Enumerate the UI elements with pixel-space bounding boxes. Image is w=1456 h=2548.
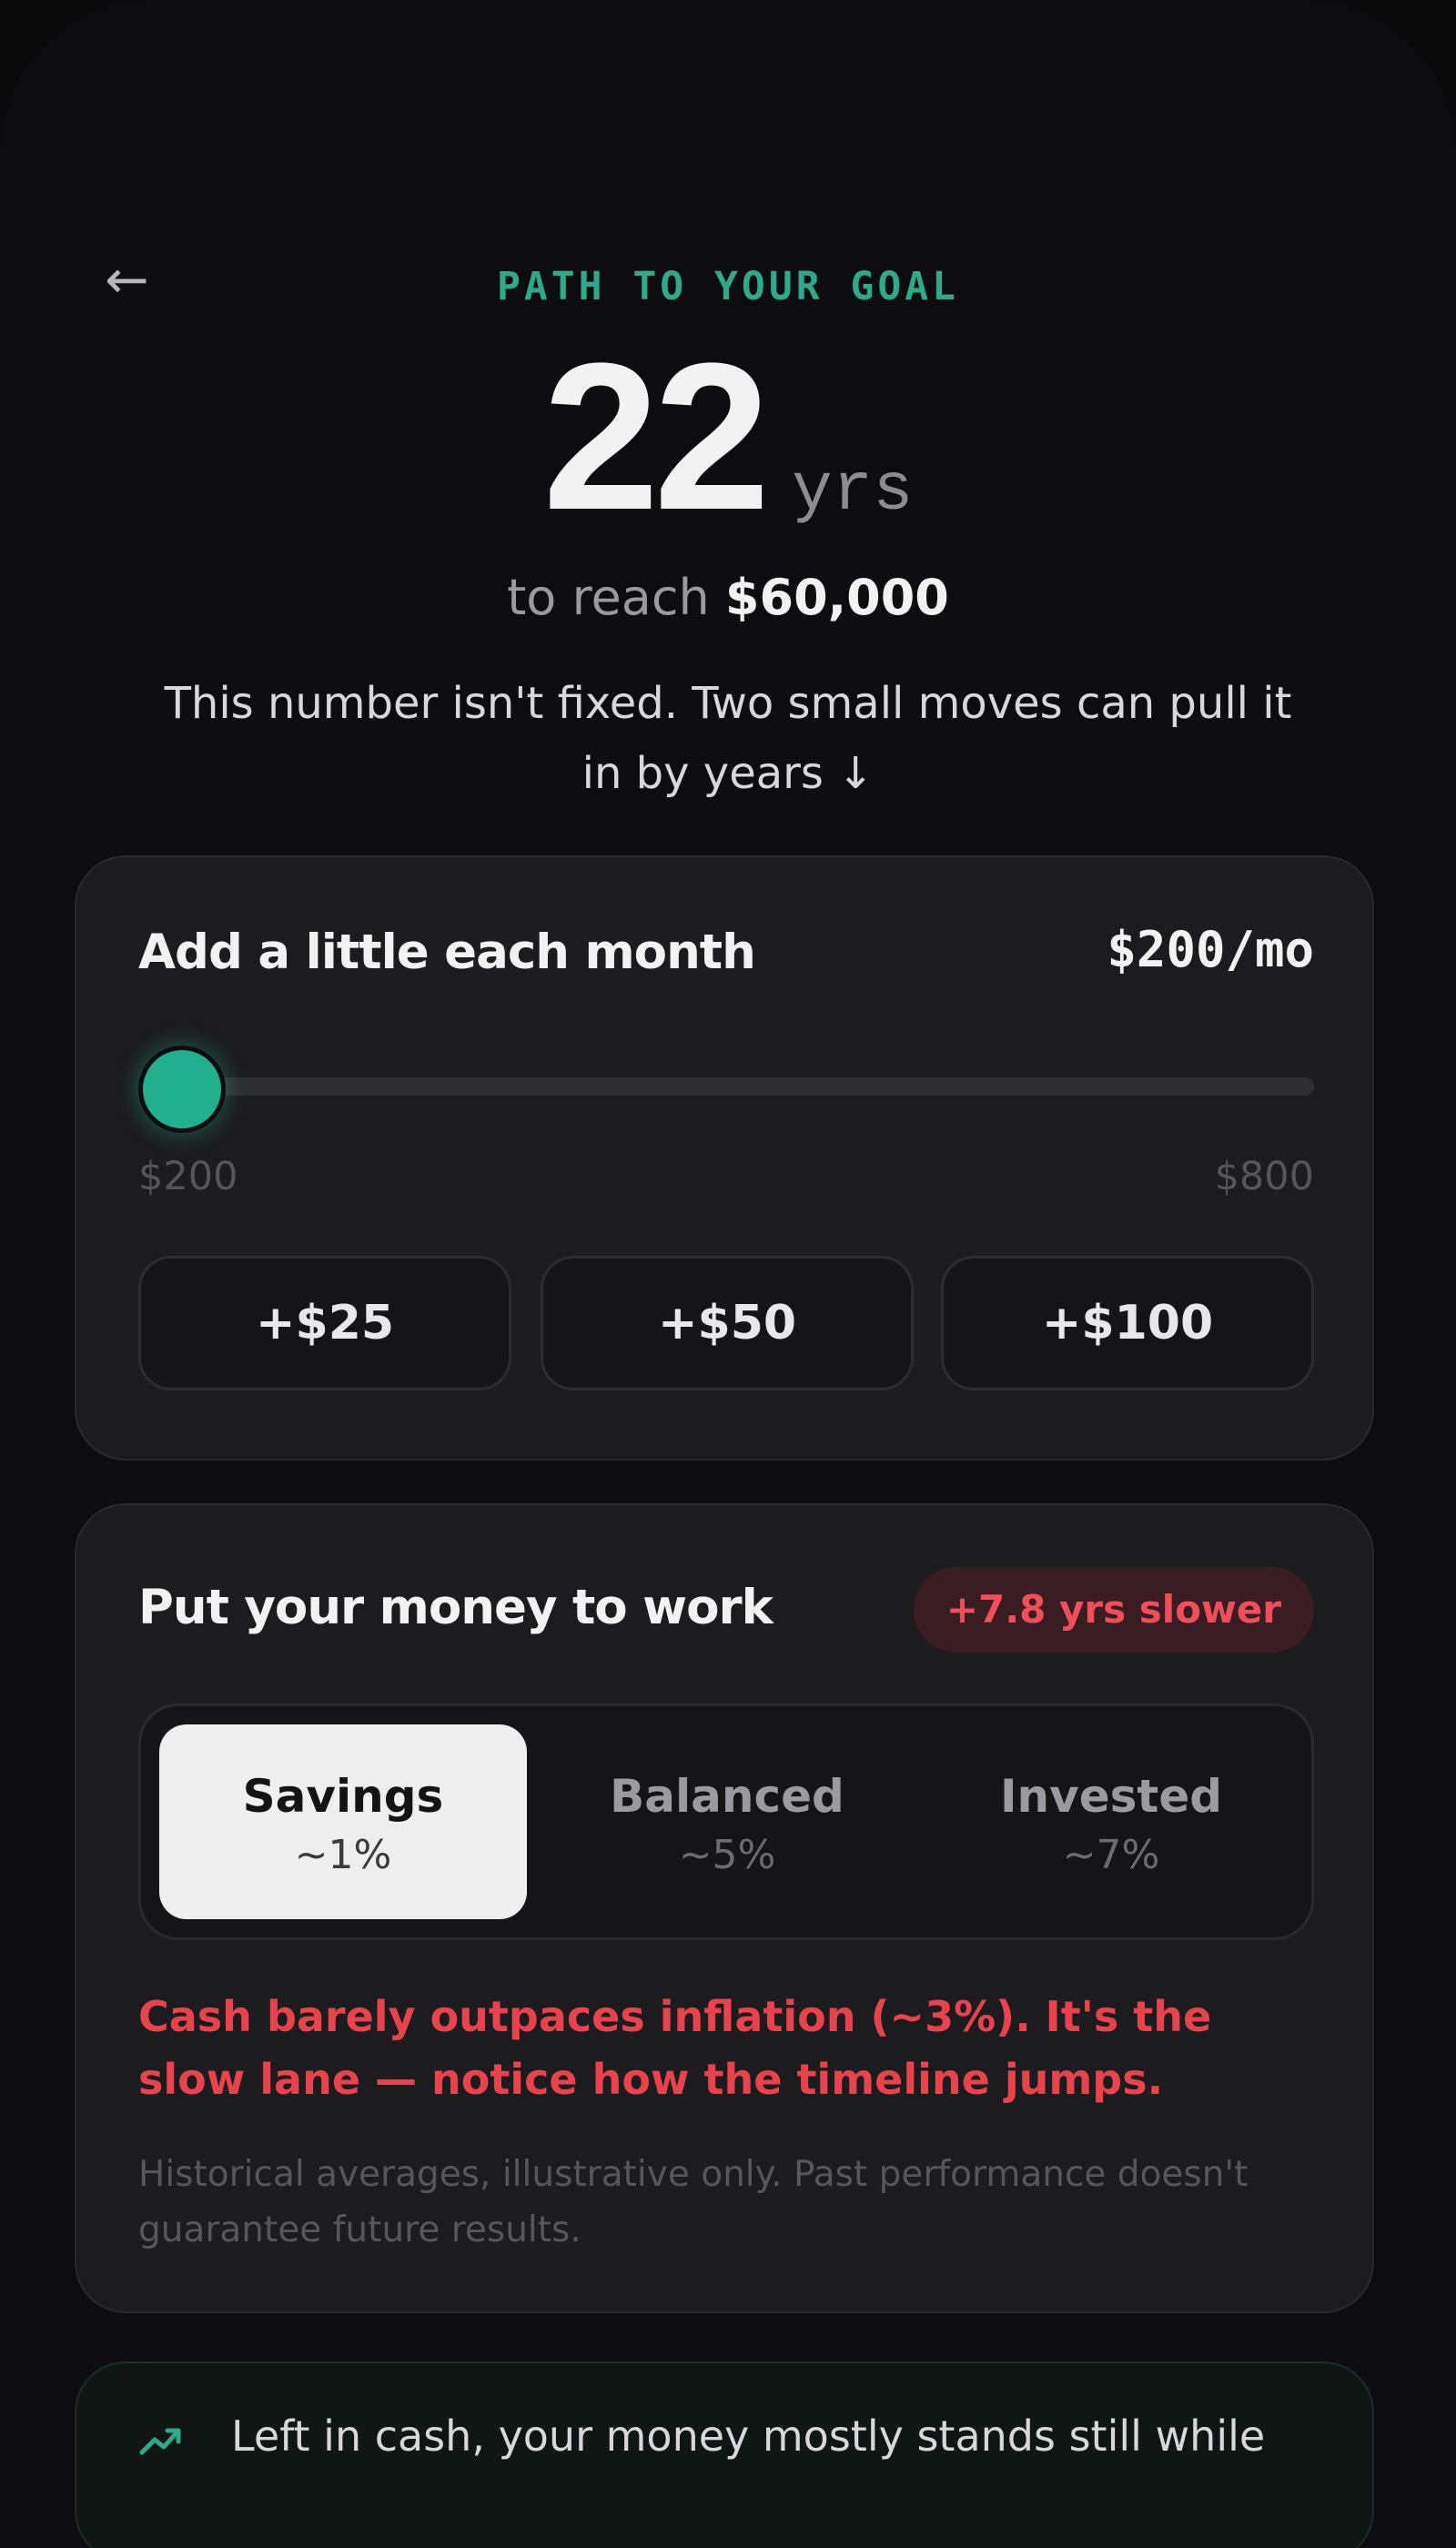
contribution-slider-track[interactable] (138, 1077, 1314, 1096)
contribution-slider-thumb[interactable] (138, 1046, 226, 1133)
eyebrow-label: PATH TO YOUR GOAL (496, 264, 960, 309)
app-screen: ← PATH TO YOUR GOAL 22 yrs to reach $60,0… (0, 0, 1456, 2548)
goal-amount: $60,000 (724, 569, 949, 626)
monthly-title: Add a little each month (138, 925, 756, 980)
option-rate: ~7% (1062, 1832, 1160, 1878)
years-value: 22 (542, 319, 770, 553)
option-balanced[interactable]: Balanced ~5% (543, 1724, 911, 1919)
investment-mode-card: Put your money to work +7.8 yrs slower S… (75, 1503, 1374, 2313)
cash-tip-card: Left in cash, your money mostly stands s… (75, 2361, 1374, 2548)
slider-min-label: $200 (138, 1154, 238, 1199)
option-rate: ~5% (678, 1832, 776, 1878)
savings-warning: Cash barely outpaces inflation (~3%). It… (138, 1992, 1212, 2104)
years-to-goal: 22 yrs (0, 332, 1456, 541)
add-50-button[interactable]: +$50 (541, 1256, 914, 1390)
reach-prefix: to reach (507, 569, 710, 626)
tip-text: Left in cash, your money mostly stands s… (231, 2412, 1266, 2461)
option-savings[interactable]: Savings ~1% (159, 1724, 527, 1919)
trend-up-icon (138, 2418, 184, 2469)
invest-title: Put your money to work (138, 1580, 774, 1635)
add-25-button[interactable]: +$25 (138, 1256, 511, 1390)
option-label: Invested (999, 1770, 1223, 1823)
monthly-amount: $200/mo (1107, 921, 1314, 978)
option-label: Savings (242, 1770, 444, 1823)
goal-line: to reach $60,000 (0, 569, 1456, 626)
intro-text: This number isn't fixed. Two small moves… (164, 678, 1292, 799)
years-unit: yrs (792, 453, 914, 530)
option-rate: ~1% (294, 1832, 392, 1878)
slider-max-label: $800 (1214, 1154, 1314, 1199)
option-label: Balanced (610, 1770, 844, 1823)
add-100-button[interactable]: +$100 (941, 1256, 1314, 1390)
option-invested[interactable]: Invested ~7% (927, 1724, 1295, 1919)
investment-segmented-control: Savings ~1% Balanced ~5% Invested ~7% (138, 1704, 1314, 1940)
disclaimer-text: Historical averages, illustrative only. … (138, 2154, 1249, 2250)
impact-badge: +7.8 yrs slower (913, 1567, 1314, 1653)
monthly-contribution-card: Add a little each month $200/mo $200 $80… (75, 855, 1374, 1461)
